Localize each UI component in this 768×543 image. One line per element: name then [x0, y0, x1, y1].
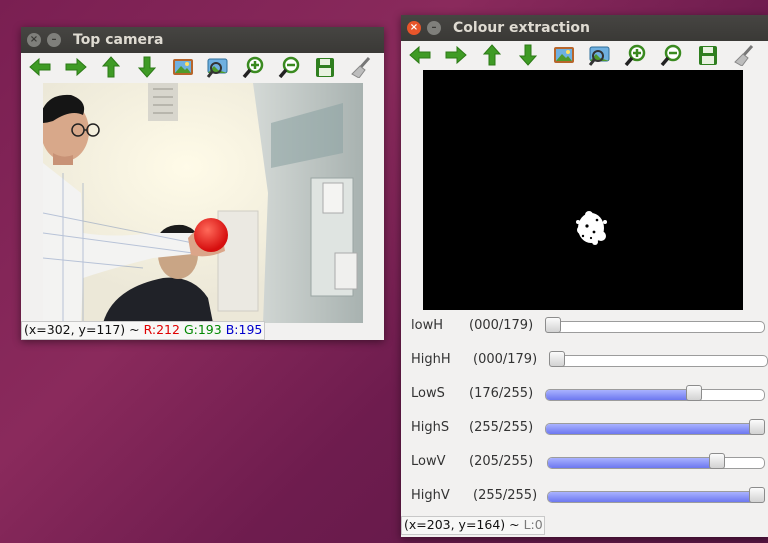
slider-handle[interactable]: [749, 487, 765, 503]
top-camera-toolbar: [21, 53, 384, 81]
pan-down-icon[interactable]: [134, 55, 160, 79]
pan-left-icon[interactable]: [407, 43, 433, 67]
pan-up-icon[interactable]: [479, 43, 505, 67]
slider-value: (176/255): [469, 386, 534, 401]
cursor-coords: (x=302, y=117) ~: [24, 322, 144, 337]
properties-icon[interactable]: [731, 43, 757, 67]
slider-value: (205/255): [469, 454, 534, 469]
pan-down-icon[interactable]: [515, 43, 541, 67]
slider-track[interactable]: [549, 355, 768, 367]
window-title: Top camera: [73, 32, 164, 48]
slider-label: HighV: [411, 488, 450, 503]
slider-track[interactable]: [545, 423, 765, 435]
close-window-button[interactable]: ×: [27, 33, 41, 47]
mask-image[interactable]: [423, 70, 743, 310]
slider-label: LowS: [411, 386, 445, 401]
pixel-l-value: L:0: [523, 517, 543, 532]
pixel-g-value: G:193: [183, 322, 222, 337]
slider-row-lowv: LowV (205/255): [401, 447, 768, 481]
pixel-b-value: B:195: [225, 322, 263, 337]
pixel-r-value: R:212: [143, 322, 180, 337]
zoom-fit-icon[interactable]: [206, 55, 232, 79]
minimize-window-button[interactable]: –: [47, 33, 61, 47]
slider-track[interactable]: [545, 321, 765, 333]
slider-fill: [546, 390, 697, 400]
slider-value: (000/179): [473, 352, 538, 367]
slider-value: (255/255): [469, 420, 534, 435]
pan-right-icon[interactable]: [443, 43, 469, 67]
slider-track[interactable]: [545, 389, 765, 401]
close-window-button[interactable]: ×: [407, 21, 421, 35]
slider-row-lows: LowS (176/255): [401, 379, 768, 413]
zoom-out-icon[interactable]: [659, 43, 685, 67]
camera-image[interactable]: [43, 83, 363, 323]
save-icon[interactable]: [695, 43, 721, 67]
slider-value: (000/179): [469, 318, 534, 333]
zoom-in-icon[interactable]: [241, 55, 267, 79]
top-camera-statusbar: (x=302, y=117) ~ R:212 G:193 B:195: [21, 321, 265, 340]
colour-extraction-titlebar[interactable]: × – Colour extraction: [401, 15, 768, 41]
pan-right-icon[interactable]: [63, 55, 89, 79]
slider-label: HighS: [411, 420, 450, 435]
slider-fill: [546, 424, 764, 434]
top-camera-titlebar[interactable]: × – Top camera: [21, 27, 384, 53]
slider-row-highs: HighS (255/255): [401, 413, 768, 447]
colour-extraction-window: × – Colour extraction lowH (000/179) HighH…: [401, 15, 768, 537]
slider-fill: [548, 492, 764, 502]
pan-up-icon[interactable]: [98, 55, 124, 79]
slider-fill: [548, 458, 722, 468]
slider-row-lowh: lowH (000/179): [401, 311, 768, 345]
pan-left-icon[interactable]: [27, 55, 53, 79]
cursor-coords: (x=203, y=164) ~: [404, 517, 524, 532]
slider-label: LowV: [411, 454, 446, 469]
colour-extraction-statusbar: (x=203, y=164) ~ L:0: [401, 516, 545, 535]
zoom-fit-icon[interactable]: [587, 43, 613, 67]
slider-label: HighH: [411, 352, 451, 367]
colour-extraction-toolbar: [401, 41, 768, 69]
save-icon[interactable]: [313, 55, 339, 79]
slider-track[interactable]: [547, 491, 765, 503]
zoom-out-icon[interactable]: [277, 55, 303, 79]
minimize-window-button[interactable]: –: [427, 21, 441, 35]
slider-handle[interactable]: [749, 419, 765, 435]
save-image-icon[interactable]: [170, 55, 196, 79]
slider-row-highv: HighV (255/255): [401, 481, 768, 515]
slider-track[interactable]: [547, 457, 765, 469]
slider-panel: lowH (000/179) HighH (000/179) LowS (176/255)…: [401, 311, 768, 515]
slider-row-highh: HighH (000/179): [401, 345, 768, 379]
zoom-in-icon[interactable]: [623, 43, 649, 67]
properties-icon[interactable]: [348, 55, 374, 79]
slider-handle[interactable]: [686, 385, 702, 401]
top-camera-window: × – Top camera (x=302, y=117) ~ R:212 G:…: [21, 27, 384, 340]
save-image-icon[interactable]: [551, 43, 577, 67]
slider-value: (255/255): [473, 488, 538, 503]
slider-handle[interactable]: [549, 351, 565, 367]
slider-handle[interactable]: [709, 453, 725, 469]
window-title: Colour extraction: [453, 20, 590, 36]
slider-handle[interactable]: [545, 317, 561, 333]
slider-label: lowH: [411, 318, 443, 333]
